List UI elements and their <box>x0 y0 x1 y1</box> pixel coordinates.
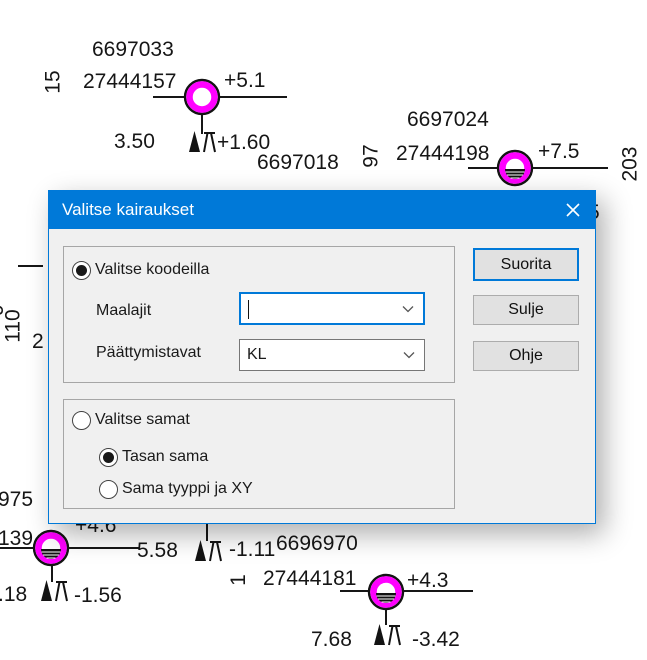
combobox-paattymistavat-value: KL <box>247 346 267 364</box>
termination-symbol <box>190 537 226 563</box>
map-label-northing: 6697033 <box>92 39 174 61</box>
label-maalajit: Maalajit <box>96 302 151 320</box>
map-label-elevation: +5.1 <box>224 70 265 92</box>
map-label-rotated: 15 <box>43 70 65 93</box>
map-label-depth: 7.68 <box>311 629 352 651</box>
label-paattymistavat: Päättymistavat <box>96 344 201 362</box>
map-label-depth: 5.58 <box>137 540 178 562</box>
combobox-paattymistavat[interactable]: KL <box>239 339 425 371</box>
sulje-button[interactable]: Sulje <box>473 295 579 325</box>
radio-label-tasan-sama: Tasan sama <box>122 448 208 466</box>
borehole-symbol-open[interactable] <box>178 73 226 121</box>
combobox-maalajit[interactable] <box>239 292 425 325</box>
radio-tasan-sama[interactable] <box>99 448 118 467</box>
map-label-elevation: +4.3 <box>407 570 448 592</box>
radio-sama-tyyppi-ja-xy[interactable] <box>99 480 118 499</box>
radio-label-valitse-samat: Valitse samat <box>95 411 190 429</box>
termination-symbol <box>184 128 220 154</box>
dialog-title: Valitse kairaukset <box>62 191 194 229</box>
survey-line <box>18 265 43 267</box>
map-label-easting: 27444198 <box>396 143 489 165</box>
map-label-northing: 6696970 <box>276 533 358 555</box>
map-label-depth: 3.50 <box>114 131 155 153</box>
map-label-rotated: 110 <box>3 309 25 342</box>
ohje-button[interactable]: Ohje <box>473 341 579 371</box>
suorita-button[interactable]: Suorita <box>473 248 579 281</box>
close-button[interactable] <box>550 191 595 229</box>
radio-label-valitse-koodeilla: Valitse koodeilla <box>95 261 209 279</box>
map-label-end-elevation: -3.42 <box>412 629 460 651</box>
map-label-northing: 6697024 <box>407 109 489 131</box>
radio-valitse-koodeilla[interactable] <box>72 261 91 280</box>
map-label-clipped: 2 <box>32 331 44 353</box>
map-label-rotated: 1 <box>228 574 250 586</box>
map-label-depth: .18 <box>0 584 27 606</box>
radio-valitse-samat[interactable] <box>72 411 91 430</box>
close-icon <box>566 203 580 217</box>
map-label-end-elevation: -1.56 <box>74 585 122 607</box>
dialog-titlebar: Valitse kairaukset <box>49 191 595 229</box>
termination-symbol <box>369 621 405 647</box>
map-label-rotated: 97 <box>361 144 383 167</box>
map-label-northing: 975 <box>0 489 33 511</box>
map-label-easting: 27444181 <box>263 568 356 590</box>
termination-symbol <box>36 577 72 603</box>
map-label-elevation: +7.5 <box>538 141 579 163</box>
map-label-northing: 6697018 <box>257 152 339 174</box>
app-canvas: 6697033 15 27444157 +5.1 3.50 +1.60 6697… <box>0 0 647 660</box>
borehole-symbol-hatched[interactable] <box>491 144 539 192</box>
dialog-valitse-kairaukset: Valitse kairaukset Valitse koodeilla Maa… <box>48 190 596 524</box>
map-label-easting: 27444157 <box>83 71 176 93</box>
map-label-rotated: 203 <box>620 147 642 182</box>
map-label-end-elevation: -1.11 <box>229 539 275 561</box>
chevron-down-icon[interactable] <box>402 305 414 313</box>
text-cursor <box>248 300 249 319</box>
chevron-down-icon[interactable] <box>403 351 415 359</box>
radio-label-sama-tyyppi-ja-xy: Sama tyyppi ja XY <box>122 480 253 498</box>
borehole-symbol-hatched[interactable] <box>362 568 410 616</box>
borehole-symbol-hatched[interactable] <box>27 524 75 572</box>
